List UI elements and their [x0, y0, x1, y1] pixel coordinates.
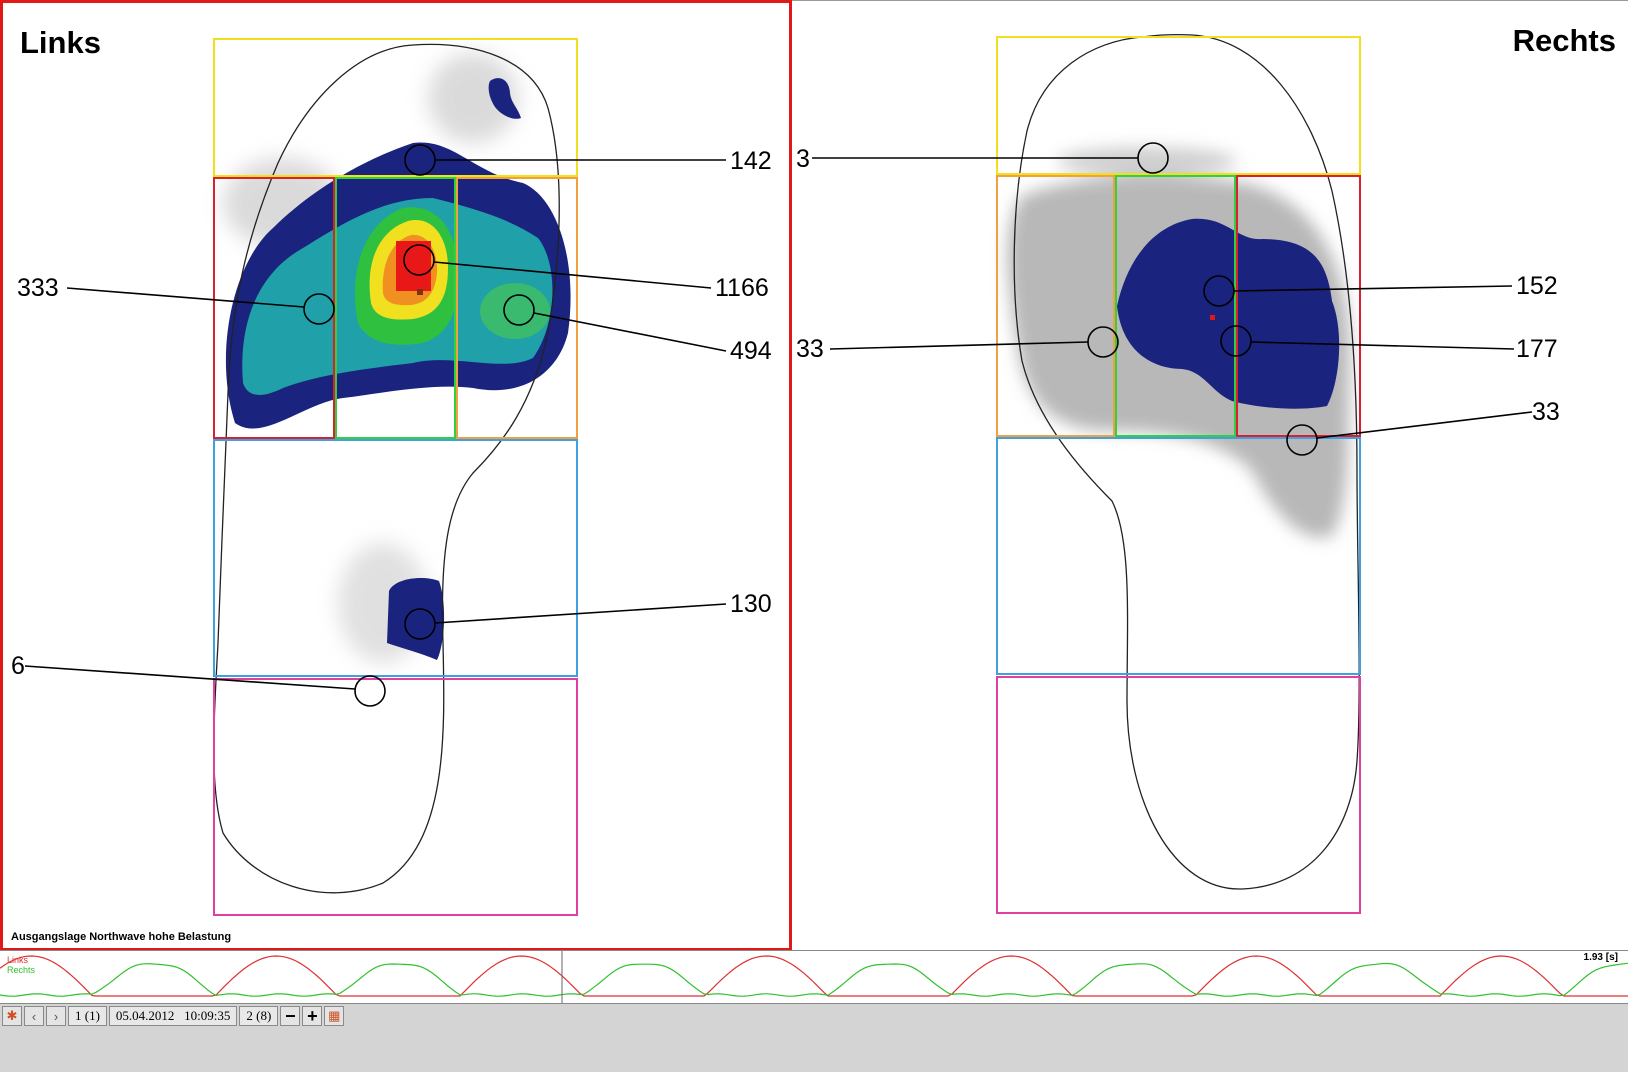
measurement-caption: Ausgangslage Northwave hohe Belastung: [11, 931, 232, 943]
zone-heel: [996, 676, 1361, 914]
marker-heel[interactable]: [354, 675, 386, 707]
time-readout: 1.93 [s]: [1583, 952, 1618, 963]
export-icon[interactable]: ▦: [324, 1006, 345, 1026]
legend-rechts: Rechts: [7, 965, 36, 975]
left-foot-panel[interactable]: Links 142 1166 333 494 130 6 Ausgangslag…: [0, 0, 792, 951]
zone-heel: [213, 678, 578, 916]
zoom-in-icon[interactable]: +: [302, 1006, 323, 1026]
value-mt-lateral: 33: [1532, 398, 1560, 426]
value-mt-lateral-left: 333: [17, 274, 59, 302]
value-mt-center: 152: [1516, 272, 1558, 300]
value-toe: 142: [730, 147, 772, 175]
value-midfoot: 130: [730, 590, 772, 618]
zoom-out-icon[interactable]: −: [280, 1006, 301, 1026]
time-value: 10:09:35: [184, 1008, 231, 1023]
frame-field[interactable]: 1 (1): [68, 1006, 107, 1026]
right-foot-panel[interactable]: Rechts 3 33 152 177 33: [792, 0, 1628, 949]
toolbar: ✱ ‹ › 1 (1) 05.04.2012 10:09:35 2 (8) − …: [0, 1004, 345, 1028]
value-mt-left: 33: [796, 335, 824, 363]
step-field[interactable]: 2 (8): [239, 1006, 279, 1026]
datetime-field[interactable]: 05.04.2012 10:09:35: [108, 1006, 238, 1026]
value-mt-medial: 1166: [715, 274, 769, 302]
right-foot-pressure-map: [812, 33, 1533, 914]
value-toe: 3: [796, 145, 810, 173]
prev-icon[interactable]: ‹: [24, 1006, 44, 1026]
value-mt-lateral-right: 494: [730, 337, 772, 365]
value-heel: 6: [11, 652, 25, 680]
next-icon[interactable]: ›: [46, 1006, 66, 1026]
force-timeline[interactable]: [0, 950, 1628, 1004]
curve-links: [0, 955, 1628, 997]
legend-links: Links: [7, 955, 29, 965]
value-mt-right: 177: [1516, 335, 1558, 363]
logo-icon[interactable]: ✱: [2, 1006, 22, 1026]
date-value: 05.04.2012: [115, 1008, 175, 1023]
left-foot-pressure-map: [24, 38, 727, 916]
peak-pressure-spot: [396, 241, 431, 291]
force-curves: [0, 951, 1628, 1003]
